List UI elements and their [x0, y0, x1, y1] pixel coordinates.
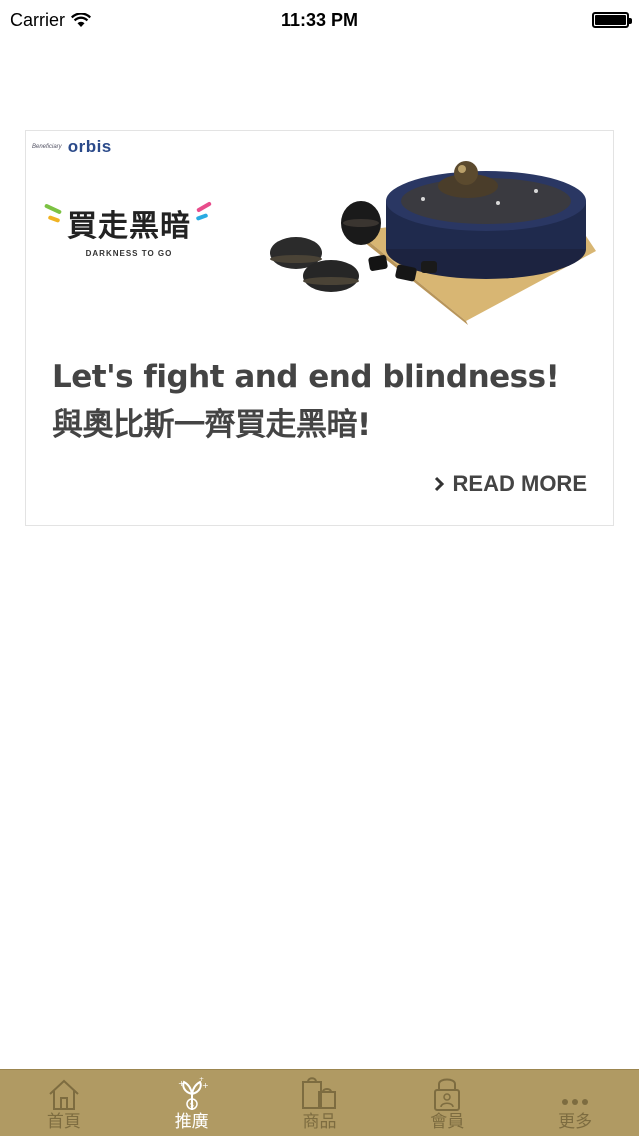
- shopping-icon: [302, 1077, 337, 1109]
- brand-beneficiary-label: Beneficiary: [32, 144, 62, 150]
- tab-products-label: 商品: [302, 1112, 337, 1132]
- status-time: 11:33 PM: [280, 9, 359, 30]
- tab-bar: 首頁 $ + + + 推廣 商品 會員 更多: [0, 1069, 639, 1136]
- svg-text:+: +: [178, 1079, 185, 1088]
- member-lock-icon: [434, 1078, 461, 1111]
- svg-text:$: $: [189, 1101, 193, 1109]
- screen: Carrier 11:33 PM Beneficiary orbis 買走黑暗 …: [0, 0, 639, 1136]
- status-bar: Carrier 11:33 PM: [0, 0, 639, 40]
- tab-promotion-label: 推廣: [174, 1112, 209, 1132]
- campaign-title: 買走黑暗: [67, 209, 191, 244]
- read-more-label: READ MORE: [452, 471, 587, 496]
- dark-cake-macarons-illustration: [270, 161, 596, 325]
- chevron-right-icon: [434, 476, 444, 492]
- tab-member[interactable]: 會員: [384, 1069, 511, 1136]
- svg-text:+: +: [199, 1076, 204, 1083]
- tab-more-label: 更多: [558, 1112, 593, 1132]
- battery-icon: [592, 12, 632, 28]
- article-title[interactable]: Let's fight and end blindness! 與奧比斯一齊買走黑…: [52, 353, 592, 449]
- tab-home-label: 首頁: [46, 1112, 81, 1132]
- promotion-card[interactable]: Beneficiary orbis 買走黑暗 DARKNESS TO GO Le…: [25, 130, 614, 526]
- tab-member-label: 會員: [430, 1112, 465, 1132]
- tab-products[interactable]: 商品: [256, 1069, 383, 1136]
- more-icon: [562, 1099, 589, 1105]
- promotion-banner-image[interactable]: Beneficiary orbis 買走黑暗 DARKNESS TO GO: [26, 131, 613, 331]
- home-icon: [49, 1079, 79, 1110]
- campaign-logo: 買走黑暗 DARKNESS TO GO: [43, 201, 214, 258]
- wifi-icon: [71, 12, 92, 27]
- carrier-label: Carrier: [10, 9, 66, 30]
- read-more-link[interactable]: READ MORE: [433, 471, 587, 497]
- status-left: Carrier: [10, 9, 92, 31]
- promotion-icon: $ + + +: [178, 1076, 208, 1110]
- campaign-subtitle: DARKNESS TO GO: [85, 249, 173, 258]
- tab-promotion[interactable]: $ + + + 推廣: [128, 1069, 255, 1136]
- tab-more[interactable]: 更多: [512, 1069, 639, 1136]
- brand-name: orbis: [67, 137, 112, 156]
- tab-home[interactable]: 首頁: [0, 1069, 127, 1136]
- battery-fill: [595, 15, 626, 25]
- orbis-logo: Beneficiary orbis: [32, 137, 112, 157]
